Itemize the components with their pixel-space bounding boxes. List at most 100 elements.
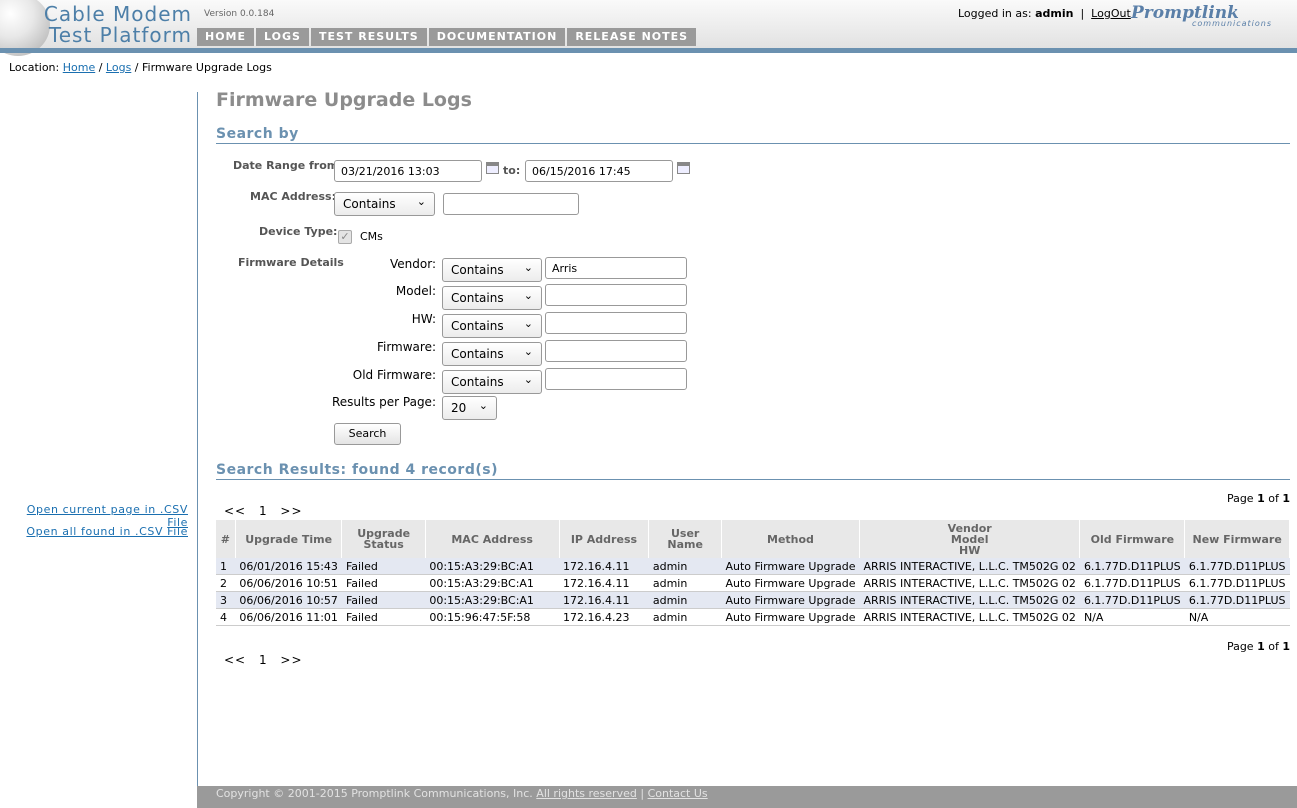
date-to-label: to: (503, 164, 521, 177)
old-firmware-match-value: Contains (451, 375, 504, 389)
col-header-model: Model (950, 532, 989, 546)
vendor-match-select[interactable]: Contains ⌄ (442, 258, 542, 282)
results-table: # Upgrade Time Upgrade Status MAC Addres… (216, 520, 1290, 626)
pager-prev[interactable]: << (224, 653, 246, 667)
model-match-value: Contains (451, 291, 504, 305)
page-info-of: of (1268, 492, 1279, 505)
model-match-select[interactable]: Contains ⌄ (442, 286, 542, 310)
chevron-down-icon: ⌄ (523, 317, 533, 330)
table-row[interactable]: 2 06/06/2016 10:51 Failed 00:15:A3:29:BC:A1… (216, 574, 1290, 592)
nav-tab-logs[interactable]: LOGS (256, 28, 309, 46)
nav-tab-test-results[interactable]: TEST RESULTS (310, 28, 427, 46)
sidebar-divider (197, 92, 198, 808)
page-info-of: of (1268, 640, 1279, 653)
page-info-total: 1 (1282, 492, 1290, 505)
col-header-old-firmware[interactable]: Old Firmware (1079, 520, 1186, 558)
vendor-input[interactable] (545, 257, 687, 279)
results-per-page-select[interactable]: 20 ⌄ (442, 396, 497, 420)
old-firmware-input[interactable] (545, 368, 687, 390)
col-header-new-firmware[interactable]: New Firmware (1184, 520, 1290, 558)
pager-page[interactable]: 1 (259, 504, 268, 518)
page-info-current: 1 (1257, 492, 1265, 505)
cell-user: admin (648, 591, 722, 609)
col-header-user-name[interactable]: User Name (648, 520, 722, 558)
col-header-upgrade-status[interactable]: Upgrade Status (341, 520, 426, 558)
col-header-vendor-model-hw[interactable]: Vendor Model HW (859, 520, 1081, 558)
cell-time: 06/06/2016 11:01 (235, 608, 342, 626)
footer-copyright: Copyright © 2001-2015 Promptlink Communi… (216, 787, 533, 800)
firmware-input[interactable] (545, 340, 687, 362)
breadcrumb-current: Firmware Upgrade Logs (142, 61, 272, 74)
date-to-input[interactable] (525, 160, 673, 182)
breadcrumb-prefix: Location: (9, 61, 60, 74)
search-button[interactable]: Search (334, 423, 401, 445)
page-info-top: Page 1 of 1 (1227, 492, 1290, 505)
mac-match-select[interactable]: Contains ⌄ (334, 192, 435, 216)
footer-contact-link[interactable]: Contact Us (648, 787, 708, 800)
hw-match-select[interactable]: Contains ⌄ (442, 314, 542, 338)
hw-match-value: Contains (451, 319, 504, 333)
model-input[interactable] (545, 284, 687, 306)
version-label: Version 0.0.184 (204, 9, 275, 19)
breadcrumb-logs[interactable]: Logs (106, 61, 131, 74)
cms-checkbox-label: CMs (360, 230, 383, 243)
date-from-input[interactable] (334, 160, 482, 182)
header: Cable Modem Test Platform Version 0.0.18… (0, 0, 1297, 56)
breadcrumb: Location: Home / Logs / Firmware Upgrade… (9, 61, 272, 74)
footer-separator: | (640, 787, 645, 800)
pager-next[interactable]: >> (280, 504, 302, 518)
cell-user: admin (648, 608, 722, 626)
date-from-calendar-icon[interactable] (486, 162, 499, 174)
nav-tab-documentation[interactable]: DOCUMENTATION (428, 28, 566, 46)
pager-next[interactable]: >> (280, 653, 302, 667)
vendor-label: Vendor: (390, 257, 436, 271)
mac-address-input[interactable] (443, 193, 579, 215)
cell-status: Failed (341, 574, 426, 592)
cell-method: Auto Firmware Upgrade (721, 608, 860, 626)
device-type-label: Device Type: (259, 225, 338, 238)
footer-rights-link[interactable]: All rights reserved (536, 787, 637, 800)
col-header-vendor: Vendor (947, 521, 992, 535)
cell-old-fw: 6.1.77D.D11PLUS (1079, 558, 1185, 575)
hw-input[interactable] (545, 312, 687, 334)
cell-num: 2 (216, 574, 236, 592)
page-info-current: 1 (1257, 640, 1265, 653)
col-header-hw: HW (959, 543, 981, 557)
cell-vendor: ARRIS INTERACTIVE, L.L.C. TM502G 02 (859, 591, 1080, 609)
logout-link[interactable]: LogOut (1091, 7, 1131, 20)
chevron-down-icon: ⌄ (523, 289, 533, 302)
table-row[interactable]: 4 06/06/2016 11:01 Failed 00:15:96:47:5F:58… (216, 608, 1290, 626)
cell-old-fw: 6.1.77D.D11PLUS (1079, 591, 1185, 609)
nav-tab-release-notes[interactable]: RELEASE NOTES (567, 28, 697, 46)
cell-mac: 00:15:A3:29:BC:A1 (425, 574, 560, 592)
date-to-calendar-icon[interactable] (677, 162, 690, 174)
col-header-mac-address[interactable]: MAC Address (425, 520, 560, 558)
search-by-divider (216, 143, 1290, 144)
table-row[interactable]: 1 06/01/2016 15:43 Failed 00:15:A3:29:BC:A1… (216, 558, 1290, 575)
col-header-num: # (216, 520, 236, 558)
pager-prev[interactable]: << (224, 504, 246, 518)
nav-tab-home[interactable]: HOME (197, 28, 255, 46)
search-by-heading: Search by (216, 126, 299, 142)
cell-method: Auto Firmware Upgrade (721, 574, 860, 592)
col-header-upgrade-time[interactable]: Upgrade Time (235, 520, 343, 558)
app-title-line1: Cable Modem (43, 2, 192, 26)
cell-ip: 172.16.4.23 (559, 608, 649, 626)
cell-num: 3 (216, 591, 236, 609)
cms-checkbox[interactable]: ✓ (338, 230, 352, 244)
firmware-match-select[interactable]: Contains ⌄ (442, 342, 542, 366)
col-header-ip-address[interactable]: IP Address (559, 520, 650, 558)
page-info-prefix: Page (1226, 492, 1254, 505)
chevron-down-icon: ⌄ (523, 345, 533, 358)
col-header-method[interactable]: Method (721, 520, 860, 558)
table-row[interactable]: 3 06/06/2016 10:57 Failed 00:15:A3:29:BC:A1… (216, 591, 1290, 609)
breadcrumb-home[interactable]: Home (63, 61, 95, 74)
cell-mac: 00:15:96:47:5F:58 (425, 608, 560, 626)
old-firmware-match-select[interactable]: Contains ⌄ (442, 370, 542, 394)
open-all-found-csv-link[interactable]: Open all found in .CSV File (14, 525, 188, 538)
search-results-heading: Search Results: found 4 record(s) (216, 462, 498, 478)
cell-status: Failed (341, 608, 426, 626)
page-info-prefix: Page (1226, 640, 1254, 653)
pager-page[interactable]: 1 (259, 653, 268, 667)
hw-label: HW: (411, 312, 436, 326)
